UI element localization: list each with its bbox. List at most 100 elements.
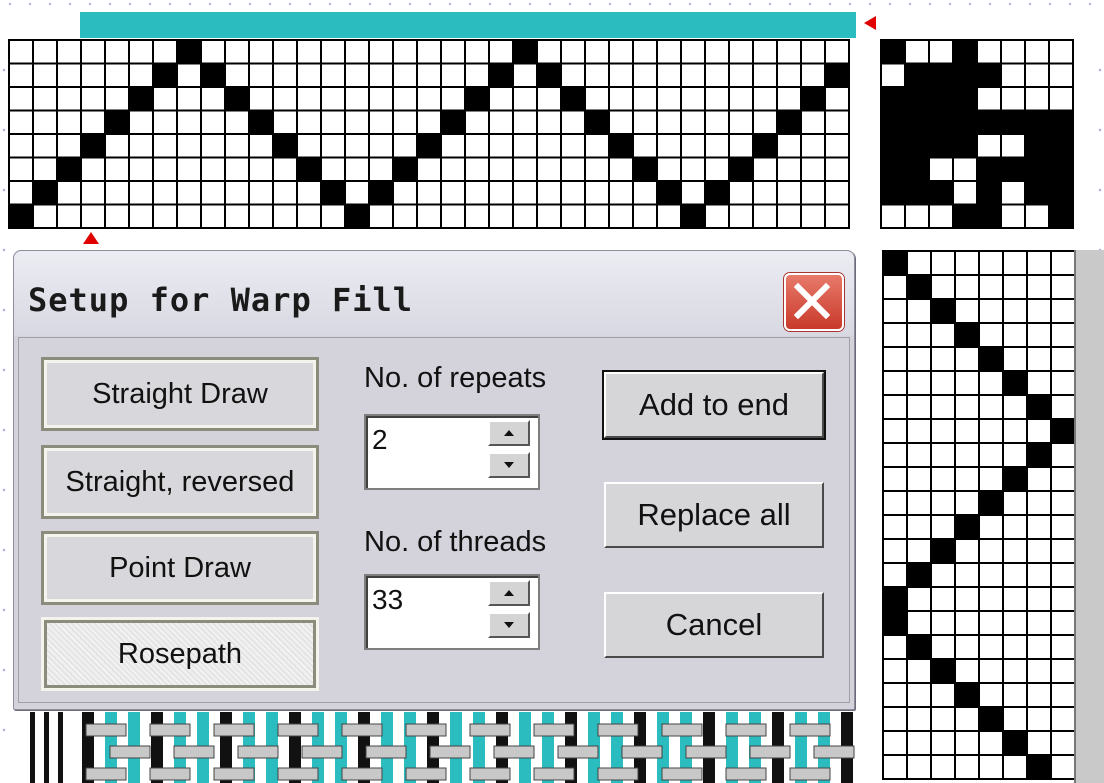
empty-cell[interactable] [752, 109, 778, 135]
empty-cell[interactable] [882, 394, 908, 420]
empty-cell[interactable] [440, 180, 466, 206]
empty-cell[interactable] [1002, 706, 1028, 732]
empty-cell[interactable] [728, 86, 754, 112]
filled-cell[interactable] [656, 180, 682, 206]
empty-cell[interactable] [824, 39, 850, 65]
empty-cell[interactable] [930, 514, 956, 540]
empty-cell[interactable] [272, 39, 298, 65]
empty-cell[interactable] [930, 442, 956, 468]
empty-cell[interactable] [1000, 180, 1026, 206]
filled-cell[interactable] [952, 133, 978, 159]
empty-cell[interactable] [882, 730, 908, 756]
empty-cell[interactable] [440, 39, 466, 65]
empty-cell[interactable] [272, 62, 298, 88]
filled-cell[interactable] [1024, 180, 1050, 206]
empty-cell[interactable] [416, 156, 442, 182]
empty-cell[interactable] [344, 180, 370, 206]
threads-down-button[interactable] [488, 612, 530, 638]
empty-cell[interactable] [930, 346, 956, 372]
empty-cell[interactable] [906, 250, 932, 276]
filled-cell[interactable] [1024, 133, 1050, 159]
empty-cell[interactable] [704, 109, 730, 135]
empty-cell[interactable] [954, 442, 980, 468]
filled-cell[interactable] [1048, 109, 1074, 135]
empty-cell[interactable] [176, 133, 202, 159]
empty-cell[interactable] [928, 39, 954, 65]
empty-cell[interactable] [368, 109, 394, 135]
empty-cell[interactable] [906, 418, 932, 444]
empty-cell[interactable] [954, 466, 980, 492]
empty-cell[interactable] [416, 180, 442, 206]
empty-cell[interactable] [80, 62, 106, 88]
filled-cell[interactable] [930, 538, 956, 564]
empty-cell[interactable] [1002, 250, 1028, 276]
empty-cell[interactable] [752, 62, 778, 88]
straight-reversed-button[interactable]: Straight, reversed [41, 445, 319, 519]
empty-cell[interactable] [728, 203, 754, 229]
empty-cell[interactable] [930, 634, 956, 660]
empty-cell[interactable] [1050, 514, 1074, 540]
empty-cell[interactable] [882, 754, 908, 780]
empty-cell[interactable] [632, 86, 658, 112]
empty-cell[interactable] [882, 538, 908, 564]
empty-cell[interactable] [56, 86, 82, 112]
empty-cell[interactable] [1000, 203, 1026, 229]
empty-cell[interactable] [1026, 418, 1052, 444]
empty-cell[interactable] [704, 203, 730, 229]
empty-cell[interactable] [930, 562, 956, 588]
empty-cell[interactable] [1050, 298, 1074, 324]
empty-cell[interactable] [1050, 658, 1074, 684]
empty-cell[interactable] [368, 62, 394, 88]
filled-cell[interactable] [882, 250, 908, 276]
add-to-end-button[interactable]: Add to end [602, 370, 826, 440]
empty-cell[interactable] [416, 109, 442, 135]
empty-cell[interactable] [104, 180, 130, 206]
empty-cell[interactable] [584, 86, 610, 112]
empty-cell[interactable] [536, 180, 562, 206]
filled-cell[interactable] [248, 109, 274, 135]
empty-cell[interactable] [296, 39, 322, 65]
empty-cell[interactable] [776, 62, 802, 88]
empty-cell[interactable] [536, 133, 562, 159]
empty-cell[interactable] [954, 418, 980, 444]
empty-cell[interactable] [440, 203, 466, 229]
empty-cell[interactable] [978, 562, 1004, 588]
filled-cell[interactable] [1002, 466, 1028, 492]
filled-cell[interactable] [952, 62, 978, 88]
empty-cell[interactable] [80, 86, 106, 112]
empty-cell[interactable] [978, 682, 1004, 708]
empty-cell[interactable] [152, 39, 178, 65]
empty-cell[interactable] [680, 156, 706, 182]
empty-cell[interactable] [1002, 442, 1028, 468]
empty-cell[interactable] [978, 298, 1004, 324]
filled-cell[interactable] [904, 109, 930, 135]
empty-cell[interactable] [176, 62, 202, 88]
empty-cell[interactable] [1050, 346, 1074, 372]
empty-cell[interactable] [976, 39, 1002, 65]
filled-cell[interactable] [128, 86, 154, 112]
empty-cell[interactable] [978, 610, 1004, 636]
empty-cell[interactable] [906, 706, 932, 732]
filled-cell[interactable] [904, 156, 930, 182]
empty-cell[interactable] [1026, 634, 1052, 660]
empty-cell[interactable] [272, 203, 298, 229]
filled-cell[interactable] [8, 203, 34, 229]
empty-cell[interactable] [906, 346, 932, 372]
rosepath-button[interactable]: Rosepath [41, 617, 319, 691]
threads-spinner[interactable]: 33 [364, 574, 540, 650]
empty-cell[interactable] [680, 39, 706, 65]
empty-cell[interactable] [752, 180, 778, 206]
empty-cell[interactable] [296, 109, 322, 135]
empty-cell[interactable] [584, 203, 610, 229]
empty-cell[interactable] [464, 62, 490, 88]
empty-cell[interactable] [608, 39, 634, 65]
empty-cell[interactable] [296, 133, 322, 159]
empty-cell[interactable] [104, 39, 130, 65]
empty-cell[interactable] [1050, 706, 1074, 732]
empty-cell[interactable] [1050, 322, 1074, 348]
empty-cell[interactable] [800, 109, 826, 135]
empty-cell[interactable] [1026, 682, 1052, 708]
empty-cell[interactable] [930, 466, 956, 492]
empty-cell[interactable] [104, 62, 130, 88]
empty-cell[interactable] [488, 156, 514, 182]
